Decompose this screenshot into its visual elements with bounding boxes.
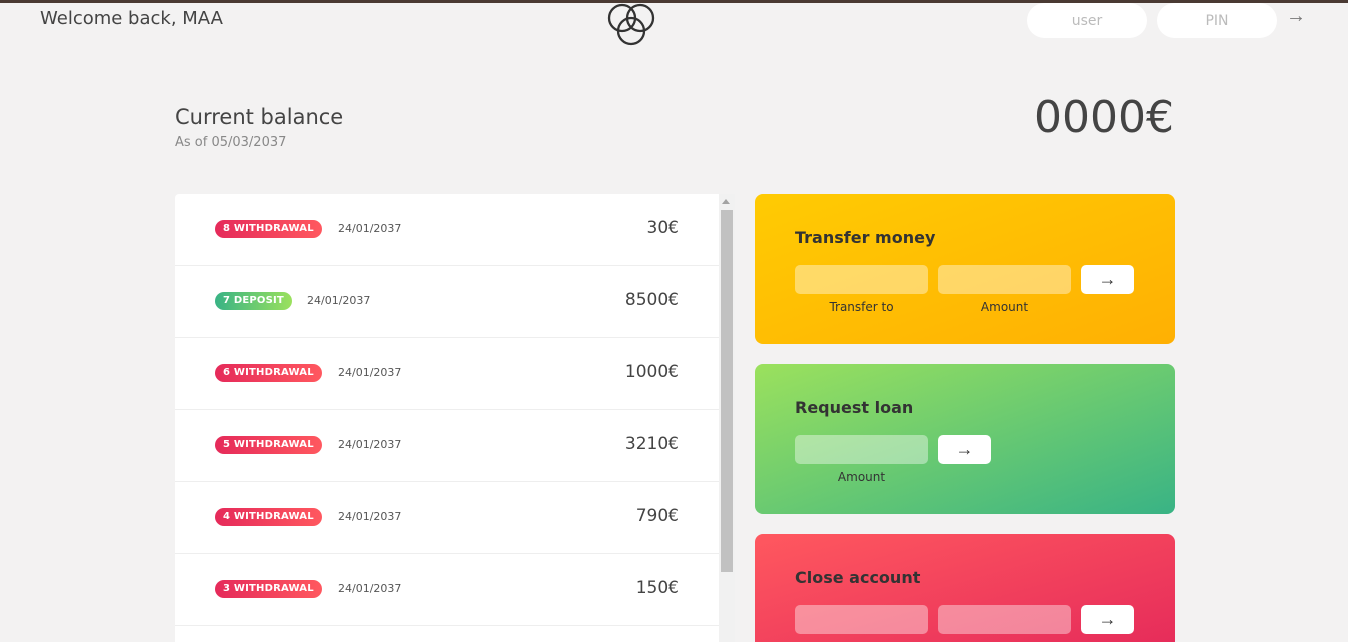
- transfer-amount-input[interactable]: [938, 265, 1071, 294]
- movement-row: 7 deposit 24/01/2037 8500€: [175, 266, 719, 338]
- login-user-input[interactable]: [1027, 3, 1147, 38]
- login-pin-input[interactable]: [1157, 3, 1277, 38]
- scrollbar-thumb[interactable]: [721, 210, 733, 572]
- scroll-up-icon[interactable]: [722, 199, 730, 204]
- movement-type-badge: 7 deposit: [215, 292, 292, 310]
- transfer-to-label: Transfer to: [829, 300, 894, 314]
- close-pin-input[interactable]: [938, 605, 1071, 634]
- balance-date: As of 05/03/2037: [175, 135, 287, 150]
- movement-type-badge: 3 withdrawal: [215, 580, 322, 598]
- close-account-submit-button[interactable]: →: [1081, 605, 1134, 634]
- loan-amount-input[interactable]: [795, 435, 928, 464]
- close-user-input[interactable]: [795, 605, 928, 634]
- balance-label: Current balance: [175, 105, 344, 129]
- loan-panel: Request loan → Amount: [755, 364, 1175, 514]
- loan-submit-button[interactable]: →: [938, 435, 991, 464]
- movement-type-badge: 6 withdrawal: [215, 364, 322, 382]
- movement-type-badge: 5 withdrawal: [215, 436, 322, 454]
- movement-date: 24/01/2037: [338, 582, 402, 595]
- movement-type-badge: 8 withdrawal: [215, 220, 322, 238]
- balance-value: 0000€: [1034, 92, 1174, 143]
- transfer-panel: Transfer money → Transfer to Amount: [755, 194, 1175, 344]
- movement-value: 790€: [635, 506, 679, 526]
- movement-date: 24/01/2037: [338, 366, 402, 379]
- movement-row: 6 withdrawal 24/01/2037 1000€: [175, 338, 719, 410]
- movement-value: 30€: [646, 218, 679, 238]
- movement-value: 150€: [635, 578, 679, 598]
- login-arrow-button[interactable]: →: [1286, 5, 1306, 28]
- transfer-to-input[interactable]: [795, 265, 928, 294]
- welcome-message: Welcome back, MAA: [40, 8, 223, 29]
- transfer-submit-button[interactable]: →: [1081, 265, 1134, 294]
- movement-date: 24/01/2037: [338, 438, 402, 451]
- top-border: [0, 0, 1348, 3]
- movement-value: 1000€: [624, 362, 679, 382]
- movement-date: 24/01/2037: [338, 510, 402, 523]
- movements-list: 8 withdrawal 24/01/2037 30€ 7 deposit 24…: [175, 194, 735, 642]
- movement-type-badge: 4 withdrawal: [215, 508, 322, 526]
- movement-value: 8500€: [624, 290, 679, 310]
- movement-date: 24/01/2037: [338, 222, 402, 235]
- transfer-title: Transfer money: [795, 228, 936, 247]
- movement-row: 8 withdrawal 24/01/2037 30€: [175, 194, 719, 266]
- movement-date: 24/01/2037: [307, 294, 371, 307]
- close-account-panel: Close account →: [755, 534, 1175, 642]
- close-account-title: Close account: [795, 568, 921, 587]
- movement-row: 3 withdrawal 24/01/2037 150€: [175, 554, 719, 626]
- logo-icon: [607, 3, 655, 46]
- loan-amount-label: Amount: [837, 470, 886, 484]
- movement-row: 4 withdrawal 24/01/2037 790€: [175, 482, 719, 554]
- loan-title: Request loan: [795, 398, 914, 417]
- movement-value: 3210€: [624, 434, 679, 454]
- movement-row: 5 withdrawal 24/01/2037 3210€: [175, 410, 719, 482]
- transfer-amount-label: Amount: [980, 300, 1029, 314]
